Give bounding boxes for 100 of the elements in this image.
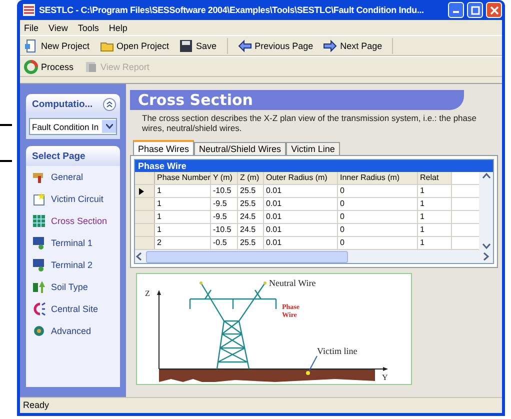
page-link[interactable]: Terminal 2 [32,258,114,272]
tools-icon [32,170,46,184]
menu-item[interactable]: File [24,22,39,32]
maximize-icon [470,6,480,14]
monitor-icon [32,258,46,272]
colored-ring-icon [24,60,38,74]
table-cell: 25.5 [238,185,264,197]
table-cell: 2 [155,237,211,249]
app-icon [22,3,36,17]
gear-icon [32,324,46,338]
status-text: Ready [23,400,50,410]
table-cell: 1 [418,185,452,197]
minimize-button[interactable] [448,2,464,18]
page-link[interactable]: Central Site [32,302,114,316]
column-header[interactable]: Y (m) [211,172,238,184]
vertical-scrollbar[interactable] [479,172,493,250]
tree-icon [32,280,46,294]
table-cell: -9.5 [211,198,238,210]
chevron-up-icon [482,172,490,181]
chevron-down-icon [106,124,112,129]
column-header[interactable]: Outer Radius (m) [264,172,338,184]
table-cell: 1 [418,237,452,249]
page-link[interactable]: Advanced [32,324,114,338]
table-cell: 24.5 [238,224,264,236]
column-header[interactable]: Inner Radius (m) [338,172,418,184]
panel-title: Computatio... [32,98,93,110]
menu-item[interactable]: Tools [78,22,99,32]
toolbar-button[interactable]: Next Page [323,38,382,52]
table-cell: -0.5 [211,237,238,249]
page-link[interactable]: Terminal 1 [32,236,114,250]
chevron-down-icon [482,241,490,250]
toolbar-button[interactable]: Save [179,38,217,52]
dropdown-button[interactable] [102,120,116,133]
table-cell: 0.01 [264,237,338,249]
left-arrow-icon [238,38,252,52]
table-cell: 0 [338,224,418,236]
page-link[interactable]: General [32,170,114,184]
chevron-right-icon [481,252,490,261]
tab[interactable]: Phase Wires [133,140,194,155]
document-icon [24,38,38,52]
page-link[interactable]: Victim Circuit [32,192,114,206]
table-cell: 0 [338,198,418,210]
monitor-icon [32,236,46,250]
table-cell: 1 [155,198,211,210]
table-cell: 1 [418,211,452,223]
table-cell: -10.5 [211,185,238,197]
table-cell: 1 [418,224,452,236]
table-cell: 24.5 [238,211,264,223]
table-cell: 0 [338,211,418,223]
double-chevron-up-icon [106,100,113,108]
table-cell: -9.5 [211,211,238,223]
table-cell: -10.5 [211,224,238,236]
menu-item[interactable]: Help [108,22,128,32]
z-axis-label: Z [145,289,150,298]
table-cell: 0 [338,237,418,249]
column-header[interactable]: Z (m) [238,172,264,184]
victim-line-label: Victim line [317,346,358,356]
tab[interactable]: Neutral/Shield Wires [194,142,286,155]
table-cell: 1 [155,211,211,223]
table-cell: 0.01 [264,185,338,197]
tab[interactable]: Victim Line [286,142,340,155]
grid-corner [135,172,155,184]
toolbar-button[interactable]: Process [24,60,74,74]
network-icon [32,302,46,316]
table-cell: 0.01 [264,224,338,236]
window-title: SESTLC - C:\Program Files\SESSoftware 2004\Examples\Tools\SESTLC\Fault Condition Indu... [39,5,425,15]
table-cell: 1 [155,185,211,197]
table-cell: 0.01 [264,198,338,210]
grid-title: Phase Wire [135,160,493,172]
right-arrow-icon [323,38,338,52]
maximize-button[interactable] [467,2,483,18]
table-cell: 25.5 [238,237,264,249]
page-description: The cross section describes the X-Z plan view of the transmission system, i.e.: the phase wires, neutral/shield wires. [141,113,478,133]
toolbar-button[interactable]: Previous Page [238,38,314,52]
toolbar-button[interactable]: New Project [24,38,90,52]
page-link[interactable]: Cross Section [32,214,114,228]
chevron-left-icon [135,252,144,261]
close-button[interactable] [486,2,502,18]
computation-dropdown[interactable]: Fault Condition In [29,118,117,135]
table-cell: 0.01 [264,211,338,223]
table-cell: 25.5 [238,198,264,210]
column-header[interactable]: Relat [418,172,452,184]
table-cell: 1 [155,224,211,236]
table-cell: 0 [338,185,418,197]
table-cell: 1 [418,198,452,210]
page-link[interactable]: Soil Type [32,280,114,294]
y-axis-label: Y [382,373,388,382]
row-pointer-icon [139,188,144,194]
panel-title: Select Page [32,150,86,162]
column-header[interactable]: Phase Number [155,172,211,184]
close-icon [490,6,498,14]
page-title: Cross Section [130,90,464,110]
grid-icon [32,214,46,228]
horizontal-scrollbar[interactable] [135,250,493,263]
menu-item[interactable]: View [48,22,68,32]
row-header[interactable] [135,185,155,197]
neutral-wire-label: Neutral Wire [269,278,316,288]
collapse-button[interactable] [103,98,116,110]
report-icon [84,60,98,74]
toolbar-button[interactable]: Open Project [100,38,170,52]
